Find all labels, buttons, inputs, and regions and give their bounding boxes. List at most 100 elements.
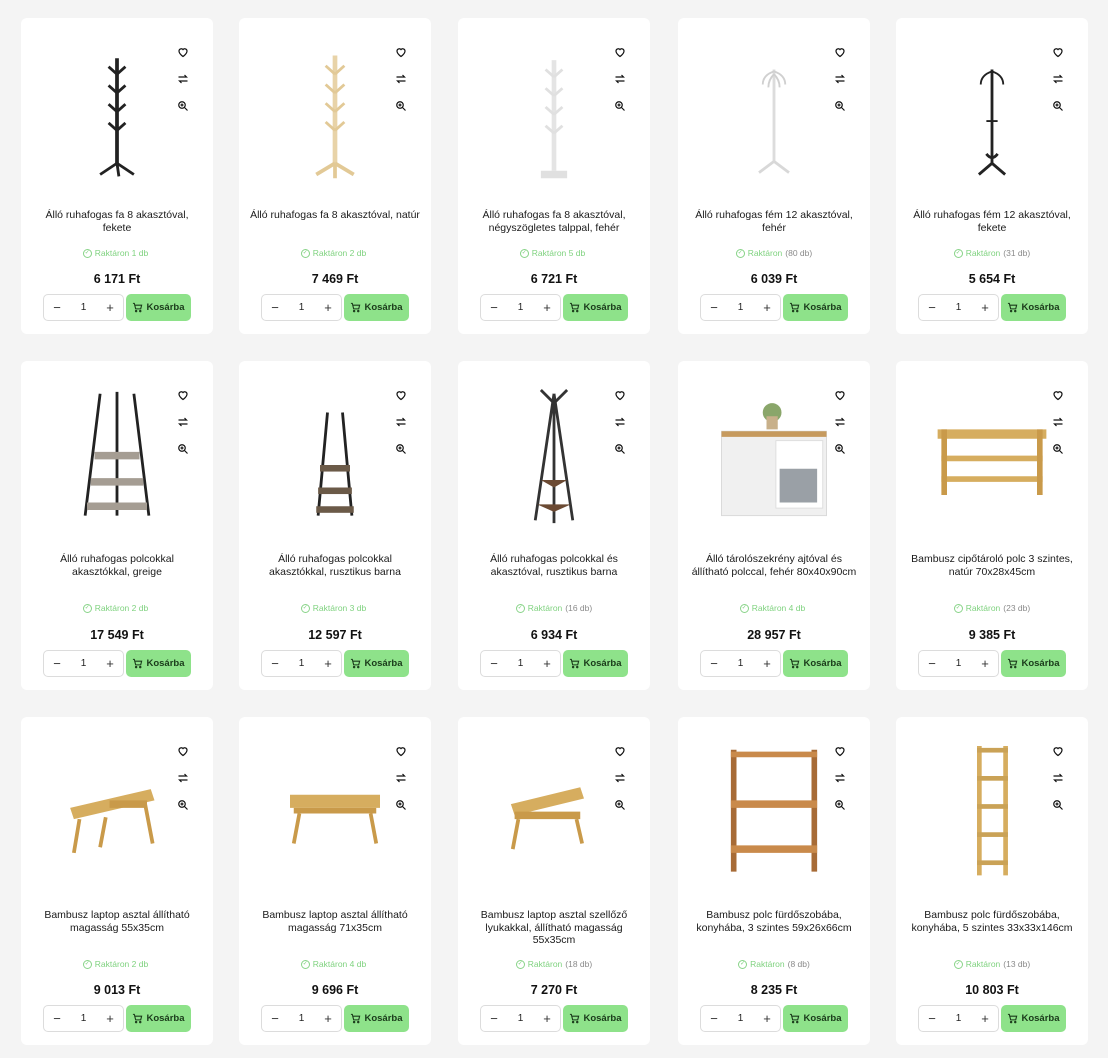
add-to-cart-button[interactable]: Kosárba (783, 650, 848, 677)
compare-arrows-icon[interactable] (612, 414, 628, 430)
product-image[interactable] (706, 32, 842, 182)
zoom-icon[interactable] (393, 98, 409, 114)
product-image[interactable] (706, 731, 842, 881)
increase-button[interactable]: + (104, 1011, 116, 1026)
add-to-cart-button[interactable]: Kosárba (126, 1005, 191, 1032)
increase-button[interactable]: + (761, 1011, 773, 1026)
heart-icon[interactable] (1050, 44, 1066, 60)
increase-button[interactable]: + (761, 300, 773, 315)
product-title[interactable]: Álló ruhafogas fém 12 akasztóval, fehér (688, 209, 860, 234)
heart-icon[interactable] (175, 44, 191, 60)
heart-icon[interactable] (175, 387, 191, 403)
product-image[interactable] (486, 731, 622, 881)
decrease-button[interactable]: − (51, 1011, 63, 1026)
add-to-cart-button[interactable]: Kosárba (344, 650, 409, 677)
zoom-icon[interactable] (393, 441, 409, 457)
zoom-icon[interactable] (175, 98, 191, 114)
decrease-button[interactable]: − (708, 300, 720, 315)
heart-icon[interactable] (393, 44, 409, 60)
compare-arrows-icon[interactable] (832, 414, 848, 430)
zoom-icon[interactable] (612, 441, 628, 457)
increase-button[interactable]: + (761, 656, 773, 671)
decrease-button[interactable]: − (269, 300, 281, 315)
heart-icon[interactable] (1050, 387, 1066, 403)
decrease-button[interactable]: − (51, 300, 63, 315)
increase-button[interactable]: + (322, 300, 334, 315)
product-image[interactable] (267, 731, 403, 881)
product-image[interactable] (49, 375, 185, 525)
zoom-icon[interactable] (612, 98, 628, 114)
add-to-cart-button[interactable]: Kosárba (344, 294, 409, 321)
zoom-icon[interactable] (1050, 441, 1066, 457)
product-title[interactable]: Álló ruhafogas polcokkal akasztókkal, ru… (249, 553, 421, 578)
decrease-button[interactable]: − (269, 1011, 281, 1026)
compare-arrows-icon[interactable] (393, 414, 409, 430)
compare-arrows-icon[interactable] (832, 71, 848, 87)
increase-button[interactable]: + (541, 656, 553, 671)
quantity-stepper[interactable]: − 1 + (700, 650, 781, 677)
quantity-stepper[interactable]: − 1 + (261, 650, 342, 677)
product-image[interactable] (486, 375, 622, 525)
product-title[interactable]: Bambusz laptop asztal állítható magasság… (31, 909, 203, 934)
add-to-cart-button[interactable]: Kosárba (563, 1005, 628, 1032)
zoom-icon[interactable] (832, 797, 848, 813)
quantity-stepper[interactable]: − 1 + (261, 294, 342, 321)
quantity-stepper[interactable]: − 1 + (918, 650, 999, 677)
quantity-value[interactable]: 1 (738, 302, 744, 313)
quantity-value[interactable]: 1 (956, 302, 962, 313)
zoom-icon[interactable] (612, 797, 628, 813)
increase-button[interactable]: + (979, 300, 991, 315)
add-to-cart-button[interactable]: Kosárba (126, 294, 191, 321)
compare-arrows-icon[interactable] (1050, 71, 1066, 87)
product-title[interactable]: Álló ruhafogas fém 12 akasztóval, fekete (906, 209, 1078, 234)
heart-icon[interactable] (175, 743, 191, 759)
quantity-stepper[interactable]: − 1 + (43, 294, 124, 321)
product-image[interactable] (49, 32, 185, 182)
quantity-value[interactable]: 1 (299, 658, 305, 669)
increase-button[interactable]: + (979, 656, 991, 671)
product-title[interactable]: Álló tárolószekrény ajtóval és állítható… (688, 553, 860, 578)
heart-icon[interactable] (832, 387, 848, 403)
heart-icon[interactable] (612, 387, 628, 403)
heart-icon[interactable] (393, 743, 409, 759)
product-image[interactable] (924, 731, 1060, 881)
increase-button[interactable]: + (322, 656, 334, 671)
increase-button[interactable]: + (104, 300, 116, 315)
quantity-stepper[interactable]: − 1 + (43, 650, 124, 677)
heart-icon[interactable] (832, 44, 848, 60)
product-title[interactable]: Álló ruhafogas fa 8 akasztóval, négyszög… (468, 209, 640, 234)
add-to-cart-button[interactable]: Kosárba (126, 650, 191, 677)
add-to-cart-button[interactable]: Kosárba (1001, 294, 1066, 321)
compare-arrows-icon[interactable] (175, 71, 191, 87)
product-title[interactable]: Álló ruhafogas fa 8 akasztóval, fekete (31, 209, 203, 234)
zoom-icon[interactable] (832, 98, 848, 114)
quantity-value[interactable]: 1 (738, 1013, 744, 1024)
increase-button[interactable]: + (104, 656, 116, 671)
increase-button[interactable]: + (979, 1011, 991, 1026)
quantity-stepper[interactable]: − 1 + (480, 294, 561, 321)
product-image[interactable] (924, 32, 1060, 182)
compare-arrows-icon[interactable] (612, 71, 628, 87)
product-title[interactable]: Álló ruhafogas polcokkal akasztókkal, gr… (31, 553, 203, 578)
heart-icon[interactable] (1050, 743, 1066, 759)
zoom-icon[interactable] (175, 441, 191, 457)
product-image[interactable] (486, 32, 622, 182)
add-to-cart-button[interactable]: Kosárba (563, 294, 628, 321)
heart-icon[interactable] (832, 743, 848, 759)
quantity-value[interactable]: 1 (81, 658, 87, 669)
add-to-cart-button[interactable]: Kosárba (783, 1005, 848, 1032)
decrease-button[interactable]: − (708, 656, 720, 671)
quantity-value[interactable]: 1 (81, 1013, 87, 1024)
quantity-value[interactable]: 1 (956, 1013, 962, 1024)
product-image[interactable] (267, 32, 403, 182)
add-to-cart-button[interactable]: Kosárba (1001, 1005, 1066, 1032)
zoom-icon[interactable] (175, 797, 191, 813)
compare-arrows-icon[interactable] (1050, 414, 1066, 430)
product-title[interactable]: Bambusz polc fürdőszobába, konyhába, 5 s… (906, 909, 1078, 934)
product-title[interactable]: Álló ruhafogas polcokkal és akasztóval, … (468, 553, 640, 578)
increase-button[interactable]: + (541, 300, 553, 315)
decrease-button[interactable]: − (926, 656, 938, 671)
quantity-stepper[interactable]: − 1 + (700, 294, 781, 321)
add-to-cart-button[interactable]: Kosárba (783, 294, 848, 321)
product-image[interactable] (267, 375, 403, 525)
